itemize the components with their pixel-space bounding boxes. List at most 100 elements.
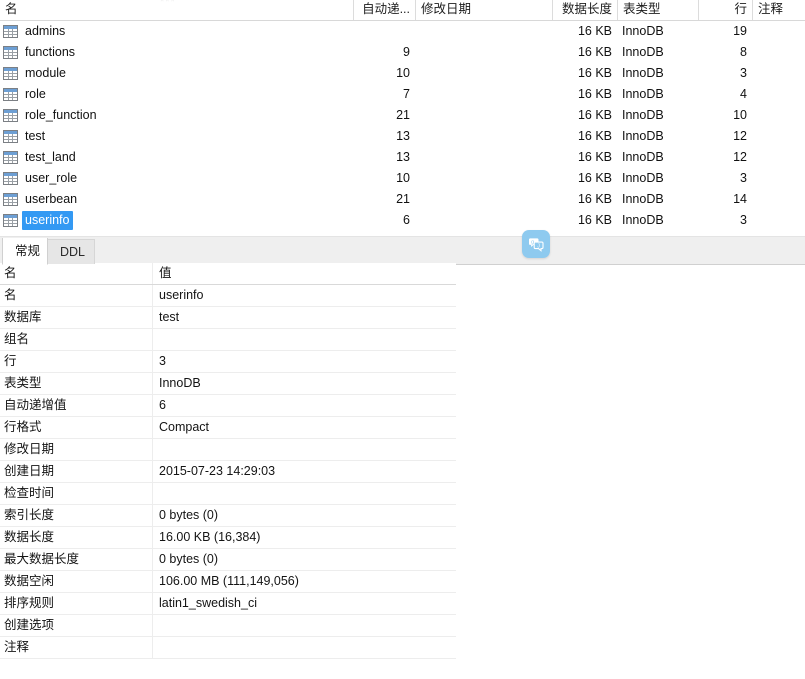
column-header-rows[interactable]: 行: [698, 0, 752, 20]
info-tabstrip: 常规 DDL: [0, 236, 805, 265]
table-name-cell[interactable]: userinfo: [0, 210, 353, 231]
cell-comment: [752, 42, 805, 63]
cell-modified: [415, 42, 552, 63]
cell-engine: InnoDB: [622, 213, 664, 227]
table-name-cell[interactable]: role_function: [0, 105, 353, 126]
translate-badge-icon[interactable]: g J: [522, 230, 550, 258]
cell-rows: 3: [740, 213, 747, 227]
property-row[interactable]: 创建日期 2015-07-23 14:29:03: [0, 461, 456, 483]
property-value: 2015-07-23 14:29:03: [152, 461, 456, 482]
cell-rows: 3: [740, 171, 747, 185]
object-list-grid[interactable]: *** 名 自动递... 修改日期 数据长度 表类型 行 注释 admins 16…: [0, 0, 805, 236]
cell-rows: 10: [733, 108, 747, 122]
table-row[interactable]: userinfo 6 16 KB InnoDB 3: [0, 210, 805, 231]
table-grid-icon: [3, 46, 18, 59]
table-grid-icon: [3, 25, 18, 38]
cell-data-len: 16 KB: [577, 87, 612, 101]
column-header-table-type[interactable]: 表类型: [617, 0, 698, 20]
table-row[interactable]: user_role 10 16 KB InnoDB 3: [0, 168, 805, 189]
table-name-label: test: [25, 129, 46, 143]
property-row[interactable]: 索引长度 0 bytes (0): [0, 505, 456, 527]
tab-general[interactable]: 常规: [2, 238, 48, 265]
table-name-cell[interactable]: module: [0, 63, 353, 84]
cell-data-len: 16 KB: [577, 45, 612, 59]
table-row[interactable]: role 7 16 KB InnoDB 4: [0, 84, 805, 105]
table-name-cell[interactable]: test_land: [0, 147, 353, 168]
column-header-name[interactable]: 名: [0, 0, 353, 20]
table-name-label: userinfo: [22, 211, 74, 230]
table-row[interactable]: module 10 16 KB InnoDB 3: [0, 63, 805, 84]
table-row[interactable]: userbean 21 16 KB InnoDB 14: [0, 189, 805, 210]
cell-modified: [415, 168, 552, 189]
column-header-auto-increment[interactable]: 自动递...: [353, 0, 415, 20]
property-row[interactable]: 表类型 InnoDB: [0, 373, 456, 395]
cell-comment: [752, 126, 805, 147]
cell-auto-inc: 13: [396, 129, 410, 143]
property-value: InnoDB: [152, 373, 456, 394]
property-row[interactable]: 修改日期: [0, 439, 456, 461]
property-row[interactable]: 数据库 test: [0, 307, 456, 329]
table-name-label: role_function: [25, 108, 97, 122]
property-row[interactable]: 数据空闲 106.00 MB (111,149,056): [0, 571, 456, 593]
table-grid-icon: [3, 172, 18, 185]
property-row[interactable]: 行格式 Compact: [0, 417, 456, 439]
column-header-data-length[interactable]: 数据长度: [552, 0, 617, 20]
property-value: 6: [152, 395, 456, 416]
cell-auto-inc: 21: [396, 192, 410, 206]
table-info-panel: 常规 DDL 名 值 名 userinfo 数据库 test 组名行 3 表类型 InnoDB 自…: [0, 236, 805, 679]
table-name-cell[interactable]: role: [0, 84, 353, 105]
property-row[interactable]: 自动递增值 6: [0, 395, 456, 417]
table-name-label: userbean: [25, 192, 78, 206]
properties-table[interactable]: 名 值 名 userinfo 数据库 test 组名行 3 表类型 InnoDB 自动递增值 6 行…: [0, 263, 456, 659]
table-row[interactable]: role_function 21 16 KB InnoDB 10: [0, 105, 805, 126]
cell-auto-inc: 7: [403, 87, 410, 101]
property-value: userinfo: [152, 285, 456, 306]
property-row[interactable]: 行3: [0, 351, 456, 373]
property-value: [152, 615, 456, 636]
cell-data-len: 16 KB: [577, 150, 612, 164]
cell-rows: 3: [740, 66, 747, 80]
table-grid-icon: [3, 151, 18, 164]
svg-text:J: J: [537, 243, 540, 249]
table-name-cell[interactable]: functions: [0, 42, 353, 63]
property-value: 0 bytes (0): [152, 505, 456, 526]
cell-data-len: 16 KB: [577, 192, 612, 206]
property-row[interactable]: 注释: [0, 637, 456, 659]
property-key: 名: [4, 288, 17, 302]
table-name-cell[interactable]: admins: [0, 21, 353, 42]
cell-engine: InnoDB: [622, 24, 664, 38]
column-header-modified-date[interactable]: 修改日期: [415, 0, 552, 20]
table-name-label: module: [25, 66, 66, 80]
property-key: 创建选项: [4, 618, 55, 632]
property-value: 106.00 MB (111,149,056): [152, 571, 456, 592]
property-row[interactable]: 最大数据长度 0 bytes (0): [0, 549, 456, 571]
property-key: 组名: [4, 332, 30, 346]
table-row[interactable]: admins 16 KB InnoDB 19: [0, 21, 805, 42]
cell-engine: InnoDB: [622, 87, 664, 101]
property-key: 检查时间: [4, 486, 55, 500]
column-header-comment[interactable]: 注释: [752, 0, 805, 20]
table-row[interactable]: test_land 13 16 KB InnoDB 12: [0, 147, 805, 168]
property-key: 最大数据长度: [4, 552, 80, 566]
cell-comment: [752, 84, 805, 105]
tab-ddl[interactable]: DDL: [47, 239, 95, 264]
property-key: 表类型: [4, 376, 42, 390]
property-row[interactable]: 名 userinfo: [0, 285, 456, 307]
property-key: 数据空闲: [4, 574, 55, 588]
table-name-cell[interactable]: user_role: [0, 168, 353, 189]
table-row[interactable]: functions 9 16 KB InnoDB 8: [0, 42, 805, 63]
cell-engine: InnoDB: [622, 192, 664, 206]
property-row[interactable]: 组名: [0, 329, 456, 351]
property-row[interactable]: 创建选项: [0, 615, 456, 637]
cell-modified: [415, 105, 552, 126]
table-name-label: test_land: [25, 150, 76, 164]
table-row[interactable]: test 13 16 KB InnoDB 12: [0, 126, 805, 147]
property-key: 数据库: [4, 310, 42, 324]
property-row[interactable]: 检查时间: [0, 483, 456, 505]
table-name-cell[interactable]: test: [0, 126, 353, 147]
table-name-cell[interactable]: userbean: [0, 189, 353, 210]
property-value: test: [152, 307, 456, 328]
property-row[interactable]: 排序规则 latin1_swedish_ci: [0, 593, 456, 615]
property-row[interactable]: 数据长度 16.00 KB (16,384): [0, 527, 456, 549]
property-value: [152, 329, 456, 350]
